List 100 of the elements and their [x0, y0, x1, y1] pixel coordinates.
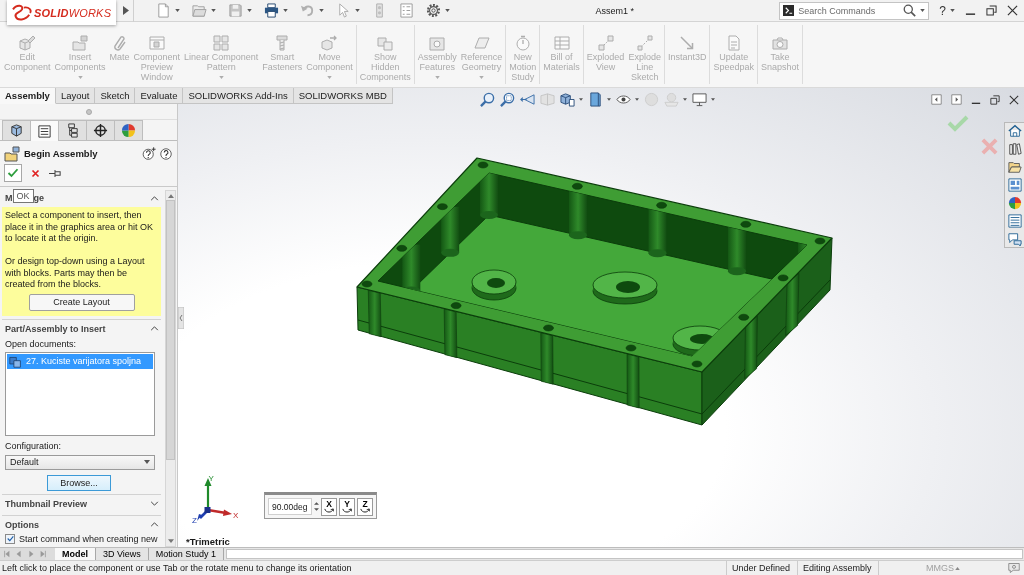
rotate-axis-button[interactable]: Y — [339, 497, 355, 516]
caret-icon[interactable] — [355, 9, 360, 12]
panel-tab[interactable] — [30, 120, 59, 141]
ok-button[interactable] — [4, 164, 22, 182]
tooltip: OK — [12, 188, 34, 203]
panel-title: Begin Assembly — [24, 148, 99, 159]
caret-icon[interactable] — [955, 566, 960, 570]
panel-tab[interactable] — [58, 120, 87, 140]
axis-triad-icon — [197, 478, 232, 521]
speech-bubble-icon[interactable] — [1008, 562, 1020, 574]
create-layout-button[interactable]: Create Layout — [28, 293, 135, 311]
eye-icon[interactable] — [616, 92, 631, 107]
units-label[interactable]: MMGS — [921, 561, 955, 575]
window-icon — [148, 35, 165, 51]
close-icon[interactable] — [1007, 5, 1018, 16]
close-icon[interactable] — [1009, 94, 1019, 105]
camera-icon — [772, 35, 788, 51]
cube-pencil-icon — [19, 35, 36, 51]
caret-icon[interactable] — [247, 9, 252, 12]
cancel-cross-icon[interactable] — [31, 168, 40, 178]
ribbon-tab[interactable]: Sketch — [95, 88, 136, 104]
scroll-up-icon[interactable] — [167, 194, 174, 198]
search-icon[interactable] — [903, 4, 917, 17]
shaded-box-icon[interactable] — [588, 92, 603, 107]
list-icon — [37, 123, 52, 139]
search-field[interactable]: Search Commands — [779, 1, 930, 20]
back-arrow-icon[interactable] — [520, 92, 535, 107]
panel-tab[interactable] — [86, 120, 115, 140]
caret-icon[interactable] — [319, 9, 324, 12]
collapse-handle-icon[interactable] — [178, 307, 184, 329]
pin-icon[interactable] — [49, 168, 61, 178]
caret-icon[interactable] — [950, 9, 955, 12]
help-icon[interactable] — [160, 147, 172, 160]
caret-icon[interactable] — [607, 98, 611, 101]
caret-icon[interactable] — [211, 9, 216, 12]
browse-button[interactable]: Browse... — [47, 474, 111, 491]
caret-icon[interactable] — [283, 9, 288, 12]
monitor-icon[interactable] — [692, 92, 707, 107]
caret-icon[interactable] — [175, 9, 180, 12]
caret-icon[interactable] — [445, 9, 450, 12]
help-button[interactable]: ? — [939, 3, 946, 18]
chevron-up-icon[interactable] — [150, 522, 159, 527]
ribbon-tab[interactable]: SOLIDWORKS MBD — [293, 88, 393, 104]
restore-icon[interactable] — [986, 5, 997, 16]
zoom-icon[interactable] — [480, 92, 495, 107]
help-plus-icon[interactable] — [142, 147, 156, 160]
settings-icon[interactable] — [426, 3, 441, 18]
document-item[interactable]: 27. Kuciste varijatora spoljna — [7, 353, 153, 369]
scrollbar[interactable] — [165, 190, 176, 547]
folder-cube-icon — [72, 35, 89, 51]
caret-icon[interactable] — [711, 98, 715, 101]
chevron-down-icon[interactable] — [150, 501, 159, 506]
home-icon[interactable] — [1007, 124, 1022, 138]
angle-field[interactable]: 90.00deg — [268, 498, 312, 515]
model-tab[interactable]: Model — [55, 548, 96, 560]
rotate-axis-button[interactable]: Z — [357, 497, 373, 516]
zoom-area-icon[interactable] — [500, 92, 515, 107]
cube-arrow-icon — [321, 35, 338, 51]
panel-tab[interactable] — [2, 120, 31, 140]
status-message: Left click to place the component or use Tab or the rotate menu to change its orientation — [1, 563, 353, 573]
terminal-icon — [783, 5, 795, 16]
restore-icon[interactable] — [990, 94, 1000, 105]
ribbon-tab[interactable]: SOLIDWORKS Add-Ins — [183, 88, 294, 104]
horizontal-scrollbar[interactable] — [225, 549, 1023, 559]
tile-left-icon[interactable] — [931, 94, 942, 105]
checkmark-icon — [7, 167, 19, 179]
chevron-up-icon[interactable] — [150, 195, 159, 201]
scroll-down-icon[interactable] — [167, 539, 174, 543]
list-icon[interactable] — [1007, 214, 1022, 228]
table-icon — [553, 35, 570, 51]
cube-icon[interactable] — [560, 92, 575, 107]
cube-icon — [9, 123, 24, 138]
logo[interactable]: SOLIDWORKS — [7, 0, 116, 25]
books-icon[interactable] — [1007, 142, 1022, 156]
caret-icon[interactable] — [920, 9, 926, 12]
rotate-axis-button[interactable]: X — [321, 497, 337, 516]
configuration-dropdown[interactable]: Default — [5, 454, 155, 470]
window-grid-icon[interactable] — [1007, 178, 1022, 192]
curved-arrow-icon — [342, 507, 352, 514]
confirm-check-icon[interactable] — [947, 114, 969, 132]
caret-icon[interactable] — [579, 98, 583, 101]
caret-icon[interactable] — [635, 98, 639, 101]
status-state: Under Defined — [726, 561, 797, 575]
printer-icon[interactable] — [264, 3, 279, 18]
spinner-icon[interactable] — [314, 501, 319, 512]
color-ball-icon[interactable] — [1007, 196, 1022, 210]
documents-list[interactable]: 27. Kuciste varijatora spoljna — [5, 351, 155, 436]
caret-icon[interactable] — [683, 98, 687, 101]
ribbon-tab[interactable]: Layout — [55, 88, 96, 104]
folder-icon[interactable] — [1007, 160, 1022, 174]
menu-arrow-icon[interactable] — [123, 6, 129, 15]
diagonal-arrow-icon — [679, 35, 696, 51]
ribbon-tab[interactable]: Evaluate — [135, 88, 184, 104]
speech-bubbles-icon[interactable] — [1007, 232, 1022, 246]
document-title: Assem1 * — [595, 5, 634, 16]
chevron-up-icon[interactable] — [150, 326, 159, 331]
scrollbar-thumb[interactable] — [166, 200, 175, 460]
tile-right-icon[interactable] — [951, 94, 962, 105]
ribbon-tab[interactable]: Assembly — [0, 88, 56, 104]
checkbox[interactable] — [5, 533, 15, 544]
